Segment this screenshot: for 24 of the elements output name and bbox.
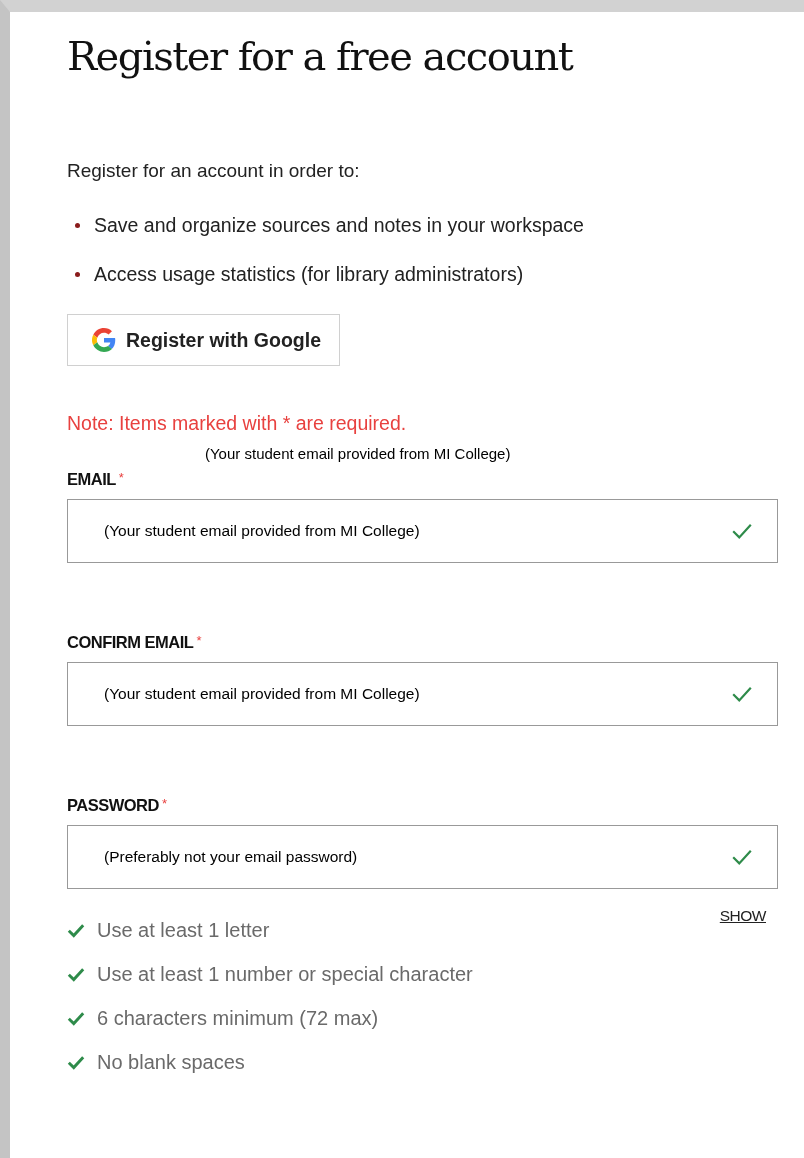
benefit-text: Save and organize sources and notes in your workspace — [94, 214, 584, 237]
show-password-link[interactable]: SHOW — [719, 907, 766, 925]
google-register-button[interactable]: Register with Google — [67, 314, 341, 366]
field-label: CONFIRM EMAIL — [67, 633, 194, 652]
annotation-text: (Your student email provided from MI College) — [205, 445, 511, 462]
required-asterisk: * — [196, 633, 202, 648]
password-rule-text: No blank spaces — [97, 1051, 245, 1074]
intro-text: Register for an account in order to: — [67, 160, 360, 182]
input-field[interactable]: (Your student email provided from MI College) — [67, 499, 778, 563]
password-rule-text: 6 characters minimum (72 max) — [97, 1007, 379, 1030]
field-label: PASSWORD — [67, 796, 159, 815]
field-label: EMAIL — [67, 470, 116, 489]
benefit-text: Access usage statistics (for library administrators) — [94, 263, 524, 286]
bullet-icon — [75, 272, 80, 277]
input-field[interactable]: (Preferably not your email password) — [67, 825, 778, 889]
bullet-icon — [75, 223, 80, 228]
required-note: Note: Items marked with * are required. — [67, 412, 407, 435]
input-field[interactable]: (Your student email provided from MI College) — [67, 662, 778, 726]
password-rule-text: Use at least 1 number or special character — [97, 963, 473, 986]
required-asterisk: * — [118, 470, 124, 485]
page-title: Register for a free account — [67, 32, 573, 80]
required-asterisk: * — [161, 796, 167, 811]
google-logo-icon — [92, 328, 116, 352]
password-rule-text: Use at least 1 letter — [97, 919, 270, 942]
